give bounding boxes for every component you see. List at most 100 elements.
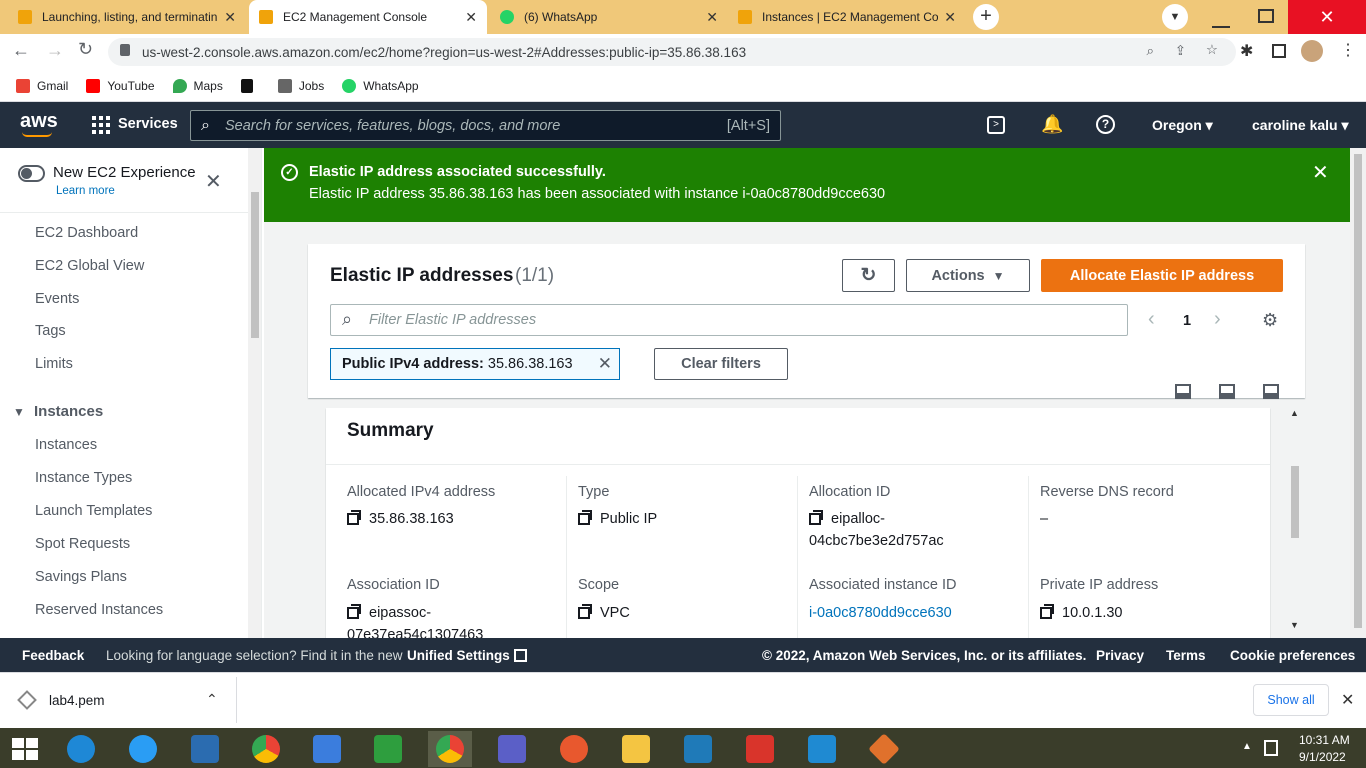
- chrome-active-icon[interactable]: [428, 731, 472, 767]
- copy-icon[interactable]: [578, 604, 592, 619]
- pdf-app-icon[interactable]: [552, 731, 596, 767]
- sidebar-item-spot-requests[interactable]: Spot Requests: [35, 536, 130, 552]
- unified-settings-link[interactable]: Unified Settings: [407, 648, 527, 663]
- file-explorer-icon[interactable]: [614, 731, 658, 767]
- instance-id-link[interactable]: i-0a0c8780dd9cce630: [809, 605, 952, 621]
- lenovo-icon[interactable]: [183, 731, 227, 767]
- sidebar-section-instances[interactable]: Instances: [34, 403, 103, 420]
- refresh-button[interactable]: ↻: [842, 259, 895, 292]
- edge-icon[interactable]: [59, 731, 103, 767]
- copy-icon[interactable]: [809, 510, 823, 525]
- download-item[interactable]: lab4.pem: [49, 693, 105, 708]
- forward-icon[interactable]: →: [46, 40, 64, 61]
- tray-device-icon[interactable]: [1264, 740, 1278, 756]
- sidebar-item-launch-templates[interactable]: Launch Templates: [35, 503, 152, 519]
- privacy-link[interactable]: Privacy: [1096, 648, 1144, 663]
- extensions-icon[interactable]: ✱: [1240, 41, 1253, 61]
- ie-icon[interactable]: [121, 731, 165, 767]
- copy-icon[interactable]: [347, 510, 361, 525]
- chrome-icon[interactable]: [244, 731, 288, 767]
- page-number[interactable]: 1: [1183, 313, 1191, 329]
- copy-icon[interactable]: [578, 510, 592, 525]
- windows-start-icon[interactable]: [12, 738, 38, 760]
- caret-down-icon[interactable]: ▼: [13, 405, 25, 419]
- teams-icon[interactable]: [490, 731, 534, 767]
- bookmark-whatsapp[interactable]: WhatsApp: [342, 78, 419, 93]
- services-menu[interactable]: Services: [118, 116, 178, 132]
- cloudshell-icon[interactable]: >: [987, 116, 1005, 134]
- sidebar-item-tags[interactable]: Tags: [35, 323, 66, 339]
- sidebar-item-instances[interactable]: Instances: [35, 437, 97, 453]
- reload-icon[interactable]: ↻: [78, 39, 93, 60]
- next-page-icon[interactable]: ›: [1214, 308, 1221, 331]
- allocate-elastic-ip-button[interactable]: Allocate Elastic IP address: [1041, 259, 1283, 292]
- close-tab-icon[interactable]: ✕: [465, 9, 477, 26]
- browser-tab-2[interactable]: EC2 Management Console ✕: [249, 0, 487, 34]
- split-panel-bottom-icon[interactable]: [1175, 384, 1191, 399]
- dismiss-flash-icon[interactable]: ✕: [1312, 160, 1329, 185]
- close-icon[interactable]: ✕: [1341, 690, 1354, 710]
- settings-gear-icon[interactable]: ⚙: [1262, 310, 1278, 331]
- clock-date[interactable]: 9/1/2022: [1299, 750, 1346, 764]
- clock-time[interactable]: 10:31 AM: [1299, 733, 1350, 747]
- restore-button[interactable]: [1258, 9, 1274, 23]
- clear-filters-button[interactable]: Clear filters: [654, 348, 788, 380]
- split-panel-side-icon[interactable]: [1219, 384, 1235, 399]
- show-all-button[interactable]: Show all: [1253, 684, 1329, 716]
- split-panel-full-icon[interactable]: [1263, 384, 1279, 399]
- prev-page-icon[interactable]: ‹: [1148, 308, 1155, 331]
- side-panel-icon[interactable]: [1272, 44, 1286, 58]
- close-window-button[interactable]: ✕: [1288, 0, 1366, 34]
- copy-icon[interactable]: [347, 604, 361, 619]
- notifications-bell-icon[interactable]: 🔔: [1041, 114, 1063, 135]
- page-scrollbar[interactable]: [1350, 148, 1366, 638]
- sidebar-scrollbar[interactable]: [248, 148, 261, 638]
- photos-icon[interactable]: [676, 731, 720, 767]
- menu-icon[interactable]: ⋮: [1340, 40, 1356, 60]
- new-experience-toggle[interactable]: [18, 165, 45, 182]
- tab-search-button[interactable]: ▼: [1162, 4, 1188, 30]
- help-icon[interactable]: ?: [1096, 115, 1115, 134]
- tray-chevron-icon[interactable]: ▲: [1242, 741, 1252, 752]
- bookmark-indeed[interactable]: [240, 78, 260, 93]
- sidebar-item-savings-plans[interactable]: Savings Plans: [35, 569, 127, 585]
- filter-token[interactable]: Public IPv4 address: 35.86.38.163 ✕: [330, 348, 620, 380]
- sidebar-item-ec2-global-view[interactable]: EC2 Global View: [35, 258, 144, 274]
- feedback-link[interactable]: Feedback: [22, 648, 84, 663]
- close-tab-icon[interactable]: ✕: [706, 9, 718, 26]
- store-icon[interactable]: [366, 731, 410, 767]
- vscode-icon[interactable]: [800, 731, 844, 767]
- close-tab-icon[interactable]: ✕: [944, 9, 956, 26]
- bookmark-gmail[interactable]: Gmail: [16, 78, 68, 93]
- sidebar-item-instance-types[interactable]: Instance Types: [35, 470, 132, 486]
- aws-logo[interactable]: aws: [20, 110, 58, 133]
- chevron-up-icon[interactable]: ⌃: [206, 691, 218, 708]
- zoom-icon[interactable]: ⌕: [1146, 43, 1154, 59]
- git-icon[interactable]: [862, 731, 906, 767]
- close-tab-icon[interactable]: ✕: [224, 9, 236, 26]
- bookmark-star-icon[interactable]: ☆: [1206, 42, 1218, 58]
- browser-tab-3[interactable]: (6) WhatsApp ✕: [490, 0, 728, 34]
- bookmark-jobs[interactable]: Jobs: [277, 78, 324, 93]
- address-bar[interactable]: us-west-2.console.aws.amazon.com/ec2/hom…: [108, 38, 1236, 66]
- summary-scrollbar[interactable]: ▲ ▼: [1288, 408, 1302, 636]
- bookmark-maps[interactable]: Maps: [172, 78, 223, 93]
- sidebar-item-limits[interactable]: Limits: [35, 356, 73, 372]
- bookmark-youtube[interactable]: YouTube: [86, 78, 155, 93]
- browser-tab-4[interactable]: Instances | EC2 Management Cor ✕: [728, 0, 966, 34]
- account-menu[interactable]: caroline kalu ▾: [1252, 117, 1349, 134]
- actions-dropdown[interactable]: Actions ▼: [906, 259, 1030, 292]
- copy-icon[interactable]: [1040, 604, 1054, 619]
- terms-link[interactable]: Terms: [1166, 648, 1206, 663]
- new-tab-button[interactable]: +: [973, 4, 999, 30]
- sidebar-item-reserved-instances[interactable]: Reserved Instances: [35, 602, 163, 618]
- search-input[interactable]: ⌕ Search for services, features, blogs, …: [190, 110, 781, 141]
- sidebar-item-ec2-dashboard[interactable]: EC2 Dashboard: [35, 225, 138, 241]
- region-selector[interactable]: Oregon ▾: [1152, 117, 1213, 134]
- cookie-preferences-link[interactable]: Cookie preferences: [1230, 648, 1355, 663]
- sidebar-item-events[interactable]: Events: [35, 291, 79, 307]
- learn-more-link[interactable]: Learn more: [56, 185, 115, 197]
- bluejeans-icon[interactable]: [305, 731, 349, 767]
- filter-input[interactable]: ⌕ Filter Elastic IP addresses: [330, 304, 1128, 336]
- browser-tab-1[interactable]: Launching, listing, and terminatin ✕: [8, 0, 246, 34]
